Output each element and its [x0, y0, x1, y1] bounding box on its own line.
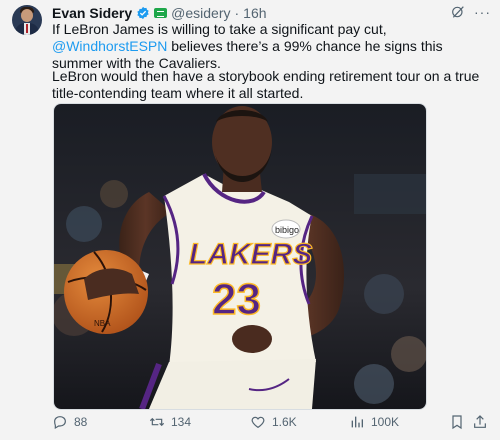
- tweet-text-before-mention: If LeBron James is willing to take a sig…: [52, 21, 387, 37]
- views-icon: [351, 416, 363, 428]
- reply-button[interactable]: 88: [52, 411, 87, 433]
- tweet-header: Evan Sidery @esidery · 16h: [52, 4, 267, 22]
- views-button[interactable]: 100K: [349, 411, 399, 433]
- repost-icon: [149, 417, 165, 427]
- like-count: 1.6K: [272, 415, 297, 429]
- more-icon[interactable]: ···: [474, 4, 491, 20]
- views-count: 100K: [371, 415, 400, 429]
- tweet[interactable]: Evan Sidery @esidery · 16h ··· If LeBron…: [0, 0, 500, 440]
- avatar[interactable]: [12, 5, 42, 35]
- timestamp[interactable]: 16h: [243, 5, 266, 21]
- like-button[interactable]: 1.6K: [250, 411, 297, 433]
- like-icon: [251, 416, 265, 429]
- jersey-patch: bibigo: [275, 225, 299, 235]
- share-icon: [474, 415, 486, 428]
- author-handle[interactable]: @esidery: [171, 5, 230, 21]
- mention-link[interactable]: @WindhorstESPN: [52, 38, 167, 54]
- share-button[interactable]: [472, 411, 494, 433]
- repost-count: 134: [171, 415, 192, 429]
- separator: ·: [234, 5, 240, 21]
- bookmark-button[interactable]: [449, 411, 471, 433]
- tweet-actions: 88 134 1.6K 100K: [0, 411, 500, 433]
- avatar-head: [21, 9, 33, 22]
- jersey-number: 23: [212, 275, 261, 324]
- lebron-photo: LAKERS 23 bibigo NBA: [54, 104, 426, 409]
- verified-icon: [137, 6, 149, 20]
- grok-icon[interactable]: [450, 4, 466, 20]
- reply-icon: [54, 416, 66, 430]
- affiliate-badge-icon: [154, 8, 168, 18]
- author-name[interactable]: Evan Sidery: [52, 5, 132, 21]
- jersey-wordmark: LAKERS: [189, 238, 312, 271]
- avatar-tie: [26, 24, 28, 33]
- reply-count: 88: [74, 415, 88, 429]
- tweet-text-paragraph-2: LeBron would then have a storybook endin…: [52, 68, 480, 101]
- repost-button[interactable]: 134: [149, 411, 191, 433]
- ball-logo: NBA: [94, 319, 111, 328]
- bookmark-icon: [452, 415, 462, 430]
- tweet-image[interactable]: LAKERS 23 bibigo NBA: [53, 103, 427, 410]
- tweet-text-paragraph-1: If LeBron James is willing to take a sig…: [52, 21, 492, 72]
